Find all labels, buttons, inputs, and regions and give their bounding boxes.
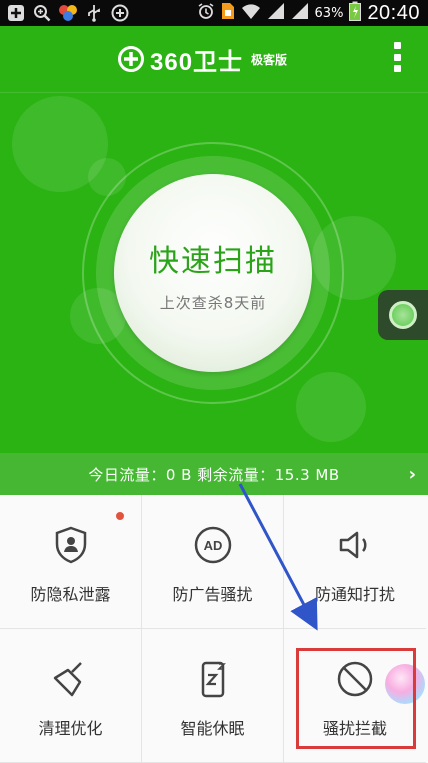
floating-widget-button[interactable] — [378, 290, 428, 340]
scan-title: 快速扫描 — [149, 244, 277, 279]
logo-subtitle: 极客版 — [251, 52, 288, 67]
wifi-icon — [241, 2, 261, 24]
feature-label: 防隐私泄露 — [30, 585, 111, 604]
add-circle-icon — [110, 3, 130, 23]
status-bar: 63% 20:40 — [0, 0, 428, 26]
quick-scan-button[interactable]: 快速扫描 上次查杀8天前 — [114, 174, 312, 372]
svg-text:AD: AD — [203, 538, 222, 553]
traffic-text: 今日流量：0 B 剩余流量：15.3 MB — [88, 466, 340, 484]
feature-notification-block[interactable]: 防通知打扰 — [284, 495, 426, 629]
speaker-icon — [339, 531, 367, 559]
clock: 20:40 — [367, 1, 420, 24]
notification-icons — [6, 3, 130, 23]
feature-ad-block[interactable]: AD 防广告骚扰 — [142, 495, 284, 629]
status-right: 63% 20:40 — [197, 0, 420, 26]
add-icon — [6, 3, 26, 23]
signal-icon — [291, 2, 309, 24]
floating-magic-ball-icon[interactable] — [385, 664, 425, 704]
more-menu-button[interactable] — [392, 42, 402, 72]
logo-text: 360卫士 — [150, 48, 244, 76]
feature-label: 智能休眠 — [180, 719, 245, 738]
signal-icon — [267, 2, 285, 24]
decor-bubble — [296, 372, 366, 442]
color-dots-icon — [58, 3, 78, 23]
chevron-right-icon: › — [408, 464, 416, 485]
sleep-phone-icon — [201, 661, 226, 698]
hero-panel: 360卫士 极客版 快速扫描 上次查杀8天前 — [0, 26, 428, 453]
sim-icon — [221, 2, 235, 24]
search-icon — [32, 3, 52, 23]
feature-label: 清理优化 — [38, 719, 103, 738]
traffic-bar[interactable]: 今日流量：0 B 剩余流量：15.3 MB › — [0, 453, 428, 495]
feature-label: 防广告骚扰 — [172, 585, 253, 604]
feature-smart-sleep[interactable]: 智能休眠 — [142, 629, 284, 763]
feature-clean[interactable]: 清理优化 — [0, 629, 142, 763]
block-icon — [337, 661, 373, 697]
floating-ball-icon — [389, 301, 417, 329]
feature-privacy[interactable]: 防隐私泄露 — [0, 495, 142, 629]
battery-icon — [349, 1, 362, 25]
logo-plus-icon — [118, 46, 144, 72]
notification-dot — [116, 512, 124, 520]
battery-percent: 63% — [314, 5, 344, 21]
alarm-icon — [197, 2, 215, 24]
feature-label: 骚扰拦截 — [322, 719, 387, 738]
shield-user-icon — [55, 526, 86, 564]
ad-icon: AD — [194, 526, 231, 564]
app-header: 360卫士 极客版 — [0, 26, 428, 93]
feature-label: 防通知打扰 — [314, 585, 395, 604]
usb-icon — [84, 3, 104, 23]
feature-grid: 防隐私泄露 AD 防广告骚扰 防通知打扰 清理优化 智能休眠 骚扰拦截 — [0, 495, 428, 763]
broom-icon — [53, 662, 82, 697]
app-logo: 360卫士 极客版 — [118, 44, 288, 76]
scan-subtitle: 上次查杀8天前 — [159, 294, 267, 312]
